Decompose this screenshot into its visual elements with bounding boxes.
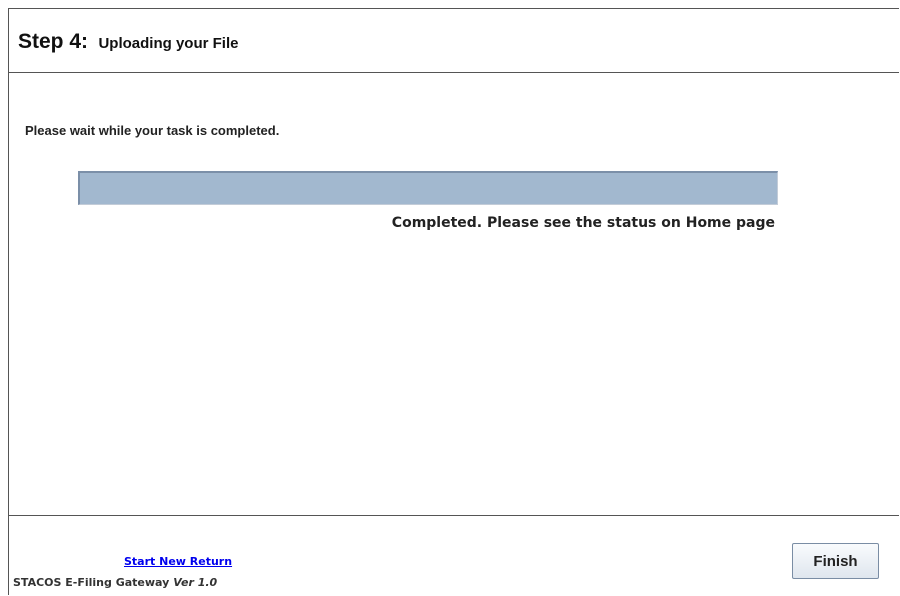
upload-progress-fill xyxy=(80,173,777,204)
wizard-footer: Start New Return STACOS E-Filing Gateway… xyxy=(9,515,899,596)
app-name: STACOS E-Filing Gateway xyxy=(13,576,170,589)
upload-progress-bar xyxy=(78,171,778,205)
step-name: Uploading your File xyxy=(98,35,239,52)
app-version-label: STACOS E-Filing Gateway Ver 1.0 xyxy=(13,576,217,589)
start-new-return-link[interactable]: Start New Return xyxy=(124,555,232,568)
app-version: Ver 1.0 xyxy=(173,576,218,589)
page-title: Step 4: Uploading your File xyxy=(18,30,238,54)
finish-button[interactable]: Finish xyxy=(792,543,879,579)
wizard-window: Step 4: Uploading your File Please wait … xyxy=(8,8,899,595)
step-header: Step 4: Uploading your File xyxy=(9,9,899,73)
step-number: Step 4: xyxy=(18,30,89,53)
status-message: Completed. Please see the status on Home… xyxy=(391,215,775,231)
wait-message: Please wait while your task is completed… xyxy=(25,123,280,138)
